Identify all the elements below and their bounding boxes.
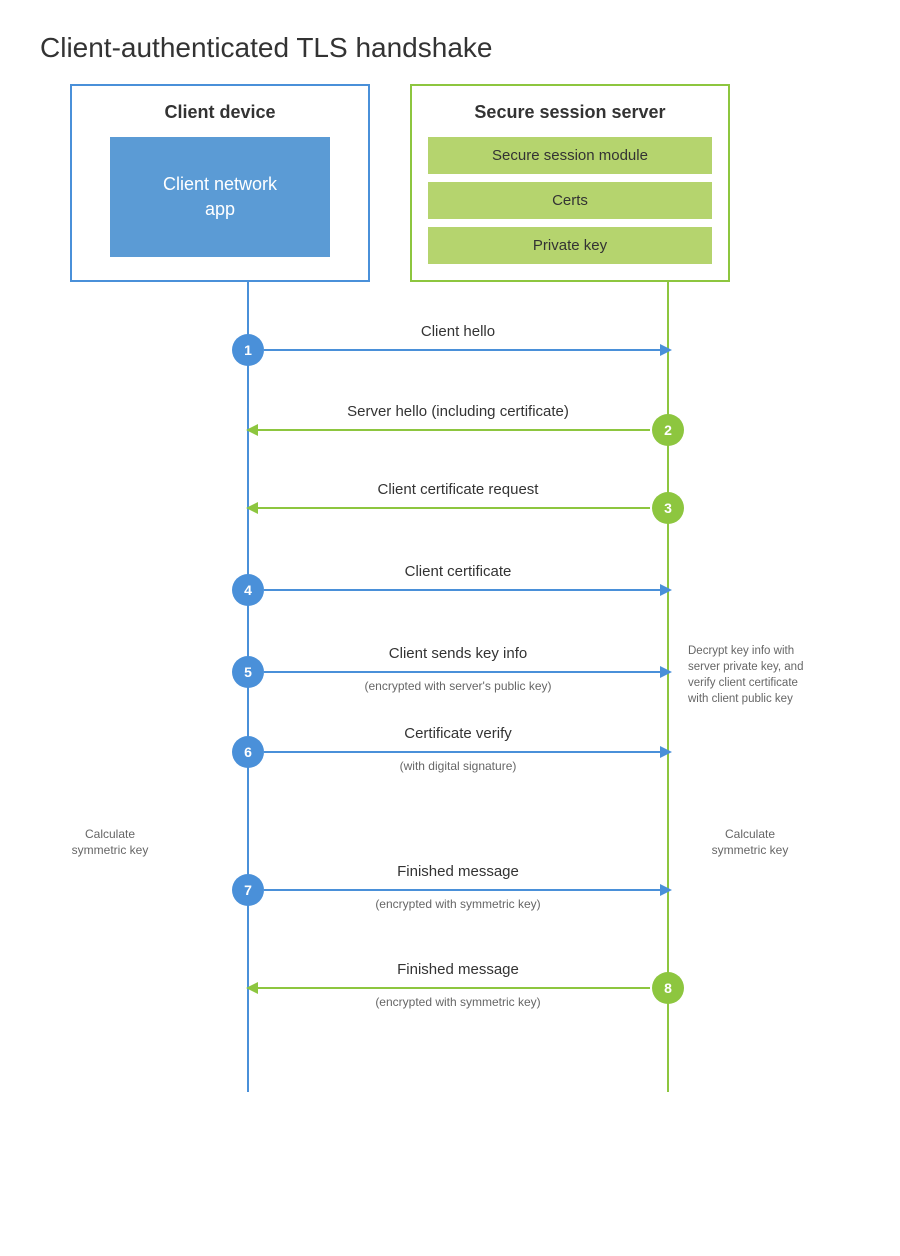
- client-box-title: Client device: [164, 102, 275, 123]
- step2-label: Server hello (including certificate): [347, 403, 569, 420]
- calc-sym-server-line1: Calculate: [725, 827, 775, 841]
- step8-num: 8: [664, 980, 672, 996]
- step7-arrowhead: [660, 884, 672, 896]
- private-key-component: Private key: [428, 227, 712, 264]
- step6-sublabel: (with digital signature): [400, 759, 517, 773]
- calc-sym-client-line2: symmetric key: [72, 843, 149, 857]
- secure-session-module: Secure session module: [428, 137, 712, 174]
- step3-label: Client certificate request: [378, 481, 540, 498]
- step6-label: Certificate verify: [404, 725, 512, 742]
- calc-sym-client-line1: Calculate: [85, 827, 135, 841]
- step4-arrowhead: [660, 584, 672, 596]
- step6-num: 6: [244, 744, 252, 760]
- step5-sublabel: (encrypted with server's public key): [364, 679, 551, 693]
- step2-num: 2: [664, 422, 672, 438]
- step7-num: 7: [244, 882, 252, 898]
- step7-label: Finished message: [397, 863, 519, 880]
- step1-label: Client hello: [421, 323, 495, 340]
- step4-label: Client certificate: [405, 563, 512, 580]
- decrypt-note-line1: Decrypt key info with: [688, 645, 794, 657]
- decrypt-note-line4: with client public key: [687, 693, 793, 705]
- step8-label: Finished message: [397, 961, 519, 978]
- step3-num: 3: [664, 500, 672, 516]
- decrypt-note-line2: server private key, and: [688, 661, 803, 673]
- server-box: Secure session server Secure session mod…: [410, 84, 730, 282]
- step7-sublabel: (encrypted with symmetric key): [375, 897, 540, 911]
- step4-num: 4: [244, 582, 252, 598]
- server-box-title: Secure session server: [474, 102, 665, 123]
- diagram-area: Client device Client networkapp Secure s…: [0, 84, 900, 1092]
- certs-component: Certs: [428, 182, 712, 219]
- step1-num: 1: [244, 342, 252, 358]
- server-components: Secure session module Certs Private key: [428, 137, 712, 264]
- client-network-app: Client networkapp: [110, 137, 330, 257]
- client-box: Client device Client networkapp: [70, 84, 370, 282]
- boxes-row: Client device Client networkapp Secure s…: [30, 84, 870, 282]
- calc-sym-server-line2: symmetric key: [712, 843, 789, 857]
- sequence-diagram: 1 Client hello 2 Server hello (including…: [70, 282, 890, 1092]
- step5-arrowhead: [660, 666, 672, 678]
- step8-sublabel: (encrypted with symmetric key): [375, 995, 540, 1009]
- step6-arrowhead: [660, 746, 672, 758]
- step1-arrowhead: [660, 344, 672, 356]
- step5-label: Client sends key info: [389, 645, 527, 662]
- step5-num: 5: [244, 664, 252, 680]
- decrypt-note-line3: verify client certificate: [688, 677, 798, 689]
- page-title: Client-authenticated TLS handshake: [0, 0, 900, 84]
